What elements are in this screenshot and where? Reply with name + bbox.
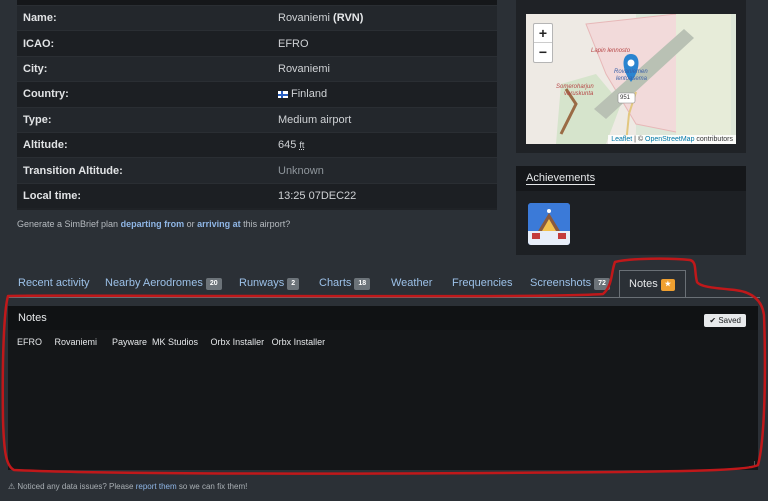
saved-status-badge: ✔ Saved [704,314,746,327]
check-icon: ✔ [709,316,717,325]
info-row-name: Name: Rovaniemi (RVN) [17,5,497,31]
iata-code: (RVN) [333,12,364,25]
notes-header: Notes ✔ Saved [8,306,758,330]
info-row-city: City: Rovaniemi [17,55,497,82]
count-badge: 2 [287,278,300,290]
airport-info-table: Name: Rovaniemi (RVN) ICAO: EFRO City: R… [17,0,497,210]
simbrief-or: or [186,219,195,229]
count-badge: 18 [354,278,371,290]
info-label: Name: [23,12,57,25]
attribution-rest: contributors [694,136,733,143]
country-name: Finland [291,88,328,101]
tab-notes[interactable]: Notes ★ [619,270,686,298]
map-label-varuskunta: varuskunta [564,91,594,97]
tab-label: Runways [239,277,285,289]
tab-label: Charts [319,277,352,289]
airport-map[interactable]: + − Lapin lennosto Rovaniemen lentoasema… [526,14,736,144]
warning-icon: ⚠ [8,482,16,491]
tab-label: Notes [629,278,658,290]
map-label-lentoasema: lentoasema [616,76,648,82]
leaflet-link[interactable]: Leaflet [611,136,632,143]
simbrief-prefix: Generate a SimBrief plan [17,219,119,229]
tab-label: Nearby Aerodromes [105,277,203,289]
footer-prefix: Noticed any data issues? Please [17,482,134,491]
tab-label: Screenshots [530,277,592,289]
tab-label: Recent activity [18,277,90,289]
map-panel: + − Lapin lennosto Rovaniemen lentoasema… [516,0,746,153]
count-badge: 20 [205,278,222,290]
notes-panel: Notes ✔ Saved EFRO Rovaniemi Payware MK … [8,306,758,470]
info-label: Local time: [23,189,82,202]
info-row-altitude: Altitude: 645 ft [17,131,497,158]
tab-weather[interactable]: Weather [391,270,432,298]
tab-frequencies[interactable]: Frequencies [452,270,513,298]
tab-runways[interactable]: Runways 2 [239,270,300,298]
zoom-in-button[interactable]: + [534,24,552,43]
star-icon: ★ [660,279,676,291]
info-row-local-time: Local time: 13:25 07DEC22 [17,182,497,209]
achievement-badge[interactable] [528,203,570,245]
info-value: EFRO [278,37,309,50]
info-row-country: Country: Finland [17,81,497,107]
info-value: Rovaniemi [278,62,330,75]
footer-suffix: so we can fix them! [178,482,248,491]
map-attribution: Leaflet | © OpenStreetMap contributors [608,135,736,144]
altitude-value: 645 [278,139,300,152]
tab-bar: Recent activity Nearby Aerodromes 20 Runw… [0,270,768,298]
airport-name: Rovaniemi [278,12,334,25]
info-label: Transition Altitude: [23,164,123,177]
tab-screenshots[interactable]: Screenshots 72 [530,270,610,298]
info-value: Unknown [278,164,324,177]
achievements-panel: Achievements [516,166,746,255]
simbrief-prompt: Generate a SimBrief plan departing from … [17,219,290,229]
map-zoom-control: + − [533,23,553,63]
notes-textarea[interactable]: EFRO Rovaniemi Payware MK Studios Orbx I… [8,330,758,354]
info-value: Finland [278,88,327,100]
achievements-header: Achievements [516,166,746,191]
altitude-unit[interactable]: ft [299,140,304,150]
info-row-type: Type: Medium airport [17,106,497,132]
attribution-sep: | © [632,136,646,143]
info-row-transition-altitude: Transition Altitude: Unknown [17,157,497,183]
info-label: Country: [23,88,69,101]
info-label: ICAO: [23,37,55,50]
map-label-lapin: Lapin lennosto [591,48,631,54]
notes-title: Notes [18,312,47,324]
count-badge: 72 [594,278,610,290]
tab-label: Frequencies [452,277,513,289]
achievement-badge-image [528,203,570,245]
map-road-number: 951 [620,95,631,101]
tab-underline [8,297,760,298]
info-value: 645 ft [278,139,304,151]
info-value: Medium airport [278,113,352,126]
zoom-out-button[interactable]: − [534,43,552,62]
finland-flag-icon [278,91,288,99]
report-link[interactable]: report them [136,482,177,491]
osm-link[interactable]: OpenStreetMap [645,136,694,143]
info-label: Type: [23,113,52,126]
tab-recent-activity[interactable]: Recent activity [18,270,90,298]
tab-label: Weather [391,277,433,289]
arriving-at-link[interactable]: arriving at [197,219,241,229]
map-label-someroharjun: Someroharjun [556,84,594,90]
info-value: 13:25 07DEC22 [278,189,357,202]
saved-label: Saved [718,316,741,325]
info-value: Rovaniemi (RVN) [278,12,363,24]
resize-handle[interactable] [749,461,755,467]
info-label: Altitude: [23,139,68,152]
achievements-title: Achievements [526,172,596,185]
data-issue-note: ⚠ Noticed any data issues? Please report… [8,482,247,491]
tab-nearby-aerodromes[interactable]: Nearby Aerodromes 20 [105,270,222,298]
simbrief-suffix: this airport? [243,219,291,229]
map-label-rovaniemen: Rovaniemen [614,69,648,75]
info-label: City: [23,62,48,75]
departing-from-link[interactable]: departing from [121,219,185,229]
tab-charts[interactable]: Charts 18 [319,270,371,298]
info-row-icao: ICAO: EFRO [17,30,497,56]
